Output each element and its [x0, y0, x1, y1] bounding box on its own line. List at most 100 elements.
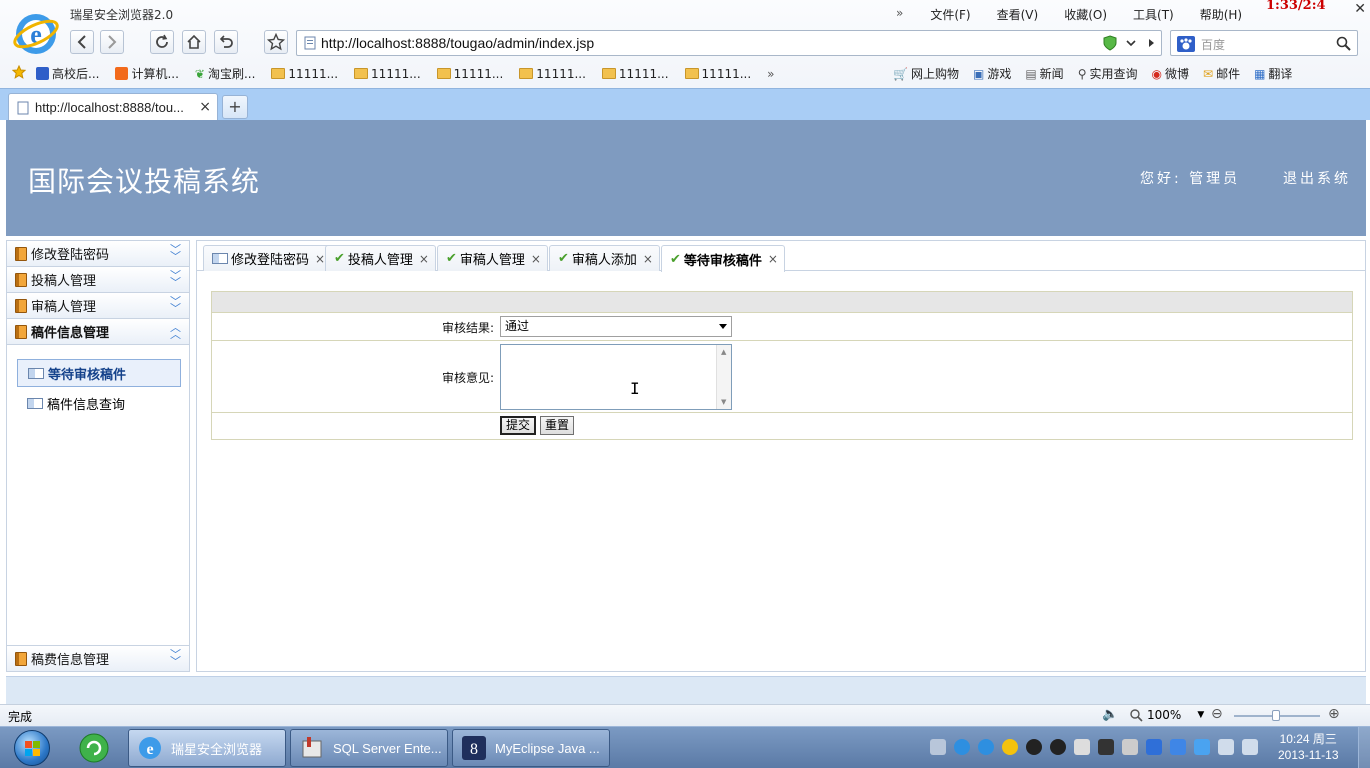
expand-chevron-icon[interactable]: ﹀ ﹀ [170, 649, 181, 667]
tab-pending-review[interactable]: ✔ 等待审核稿件 × [661, 245, 785, 272]
qq-icon[interactable] [1026, 739, 1042, 755]
task-browser[interactable]: e 瑞星安全浏览器 [128, 729, 286, 767]
fav-weibo[interactable]: ◉ 微博 [1152, 65, 1190, 82]
bookmark-star-button[interactable] [264, 30, 288, 54]
close-tab-icon[interactable]: × [315, 252, 325, 266]
fav-folder-4[interactable]: 11111... [519, 65, 586, 82]
scroll-down-icon[interactable]: ▼ [721, 398, 726, 406]
app-tray-icon[interactable] [1074, 739, 1090, 755]
submit-button[interactable]: 提交 [500, 416, 537, 435]
network-app-icon[interactable] [978, 739, 994, 755]
close-tab-icon[interactable]: × [768, 252, 778, 266]
fav-shopping[interactable]: 🛒 网上购物 [893, 65, 959, 82]
sidebar-group-manuscripts[interactable]: 稿件信息管理 ︿ ︿ [7, 319, 189, 345]
search-box[interactable]: 百度 [1170, 30, 1358, 56]
menu-help[interactable]: 帮助(H) [1187, 6, 1255, 23]
browser-logo-icon[interactable]: e [12, 10, 60, 58]
fav-item-computer[interactable]: 计算机... [115, 65, 179, 82]
sidebar-group-authors[interactable]: 投稿人管理 ﹀ ﹀ [7, 267, 189, 293]
task-myeclipse[interactable]: 8 MyEclipse Java ... [452, 729, 610, 767]
task-sql-server[interactable]: SQL Server Ente... [290, 729, 448, 767]
close-tab-icon[interactable]: × [419, 252, 429, 266]
menu-more-icon[interactable]: » [896, 6, 917, 23]
tab-reviewer-management[interactable]: ✔ 审稿人管理 × [437, 245, 548, 271]
qq-icon[interactable] [1002, 739, 1018, 755]
close-tab-icon[interactable]: × [643, 252, 653, 266]
go-arrow-icon[interactable] [1145, 37, 1157, 49]
reset-button[interactable]: 重置 [540, 416, 575, 435]
app-tray-icon[interactable] [1170, 739, 1186, 755]
address-bar[interactable]: http://localhost:8888/tougao/admin/index… [296, 30, 1162, 56]
close-tab-icon[interactable]: × [199, 99, 211, 115]
close-tab-icon[interactable]: × [531, 252, 541, 266]
show-desktop-button[interactable] [1358, 727, 1370, 768]
menu-file[interactable]: 文件(F) [917, 6, 983, 23]
fav-folder-1[interactable]: 11111... [271, 65, 338, 82]
fav-translate[interactable]: ▦ 翻译 [1254, 65, 1292, 82]
tab-reviewer-add[interactable]: ✔ 审稿人添加 × [549, 245, 660, 271]
shield-icon[interactable] [1103, 35, 1117, 51]
menu-view[interactable]: 查看(V) [984, 6, 1052, 23]
fav-folder-3[interactable]: 11111... [436, 65, 503, 82]
fav-item-school[interactable]: 高校后... [36, 65, 99, 82]
baidu-paw-icon[interactable] [1177, 36, 1195, 52]
chevron-down-icon[interactable] [1125, 37, 1137, 49]
url-text[interactable]: http://localhost:8888/tougao/admin/index… [321, 35, 594, 51]
keyboard-icon[interactable] [930, 739, 946, 755]
app-tray-icon[interactable] [1098, 739, 1114, 755]
zoom-out-icon[interactable]: ⊖ [1211, 706, 1223, 722]
qq-icon[interactable] [1050, 739, 1066, 755]
expand-chevron-icon[interactable]: ﹀ ﹀ [170, 244, 181, 262]
zoom-control[interactable]: 100% ▼ [1130, 708, 1204, 722]
shield-tray-icon[interactable] [1194, 739, 1210, 755]
close-window-icon[interactable]: ✕ [1354, 1, 1366, 17]
tab-change-password[interactable]: 修改登陆密码 × [203, 245, 333, 271]
network-icon[interactable] [1218, 739, 1234, 755]
menu-tools[interactable]: 工具(T) [1120, 6, 1187, 23]
browser-tab-active[interactable]: http://localhost:8888/tou... × [8, 93, 218, 121]
fav-mail[interactable]: ✉ 邮件 [1203, 65, 1240, 82]
undo-close-button[interactable] [214, 30, 238, 54]
fav-news[interactable]: ▤ 新闻 [1025, 65, 1063, 82]
new-tab-button[interactable]: + [222, 95, 248, 119]
collapse-chevron-icon[interactable]: ︿ ︿ [170, 322, 181, 340]
system-clock[interactable]: 10:24 周三 2013-11-13 [1278, 731, 1339, 763]
favorites-more-icon[interactable]: » [767, 65, 774, 82]
sidebar-group-fees[interactable]: 稿费信息管理 ﹀ ﹀ [7, 645, 189, 671]
logout-link[interactable]: 退出系统 [1283, 168, 1351, 188]
sidebar-item-manuscript-query[interactable]: 稿件信息查询 [17, 389, 181, 417]
fav-games[interactable]: ▣ 游戏 [973, 65, 1011, 82]
start-button[interactable] [14, 730, 50, 766]
speaker-icon[interactable]: 🔈 [1102, 707, 1118, 722]
fav-folder-6[interactable]: 11111... [684, 65, 751, 82]
search-icon[interactable] [1336, 36, 1351, 51]
expand-chevron-icon[interactable]: ﹀ ﹀ [170, 296, 181, 314]
result-select[interactable]: 通过 [500, 316, 732, 337]
zoom-dropdown-icon[interactable]: ▼ [1197, 710, 1204, 720]
expand-chevron-icon[interactable]: ﹀ ﹀ [170, 270, 181, 288]
security-tray-icon[interactable] [1146, 739, 1162, 755]
zoom-in-icon[interactable]: ⊕ [1328, 706, 1340, 722]
volume-icon[interactable] [1242, 739, 1258, 755]
sidebar-group-reviewers[interactable]: 审稿人管理 ﹀ ﹀ [7, 293, 189, 319]
favorites-star-icon[interactable] [12, 65, 26, 79]
network-app-icon[interactable] [954, 739, 970, 755]
fav-folder-2[interactable]: 11111... [354, 65, 421, 82]
opinion-textarea[interactable]: ▲ ▼ [500, 344, 732, 410]
home-button[interactable] [182, 30, 206, 54]
fav-item-taobao[interactable]: ❦ 淘宝刷... [195, 65, 256, 82]
pinned-app-button[interactable] [66, 730, 122, 766]
refresh-button[interactable] [150, 30, 174, 54]
fav-query[interactable]: ⚲ 实用查询 [1078, 65, 1138, 82]
textarea-scrollbar[interactable]: ▲ ▼ [716, 345, 731, 409]
app-tray-icon[interactable] [1122, 739, 1138, 755]
sidebar-item-pending-review[interactable]: 等待审核稿件 [17, 359, 181, 387]
scroll-up-icon[interactable]: ▲ [721, 348, 726, 356]
sidebar-group-password[interactable]: 修改登陆密码 ﹀ ﹀ [7, 241, 189, 267]
forward-button[interactable] [100, 30, 124, 54]
menu-favorites[interactable]: 收藏(O) [1051, 6, 1120, 23]
tab-author-management[interactable]: ✔ 投稿人管理 × [325, 245, 436, 271]
fav-folder-5[interactable]: 11111... [601, 65, 669, 82]
back-button[interactable] [70, 30, 94, 54]
zoom-slider-handle[interactable] [1272, 710, 1280, 721]
